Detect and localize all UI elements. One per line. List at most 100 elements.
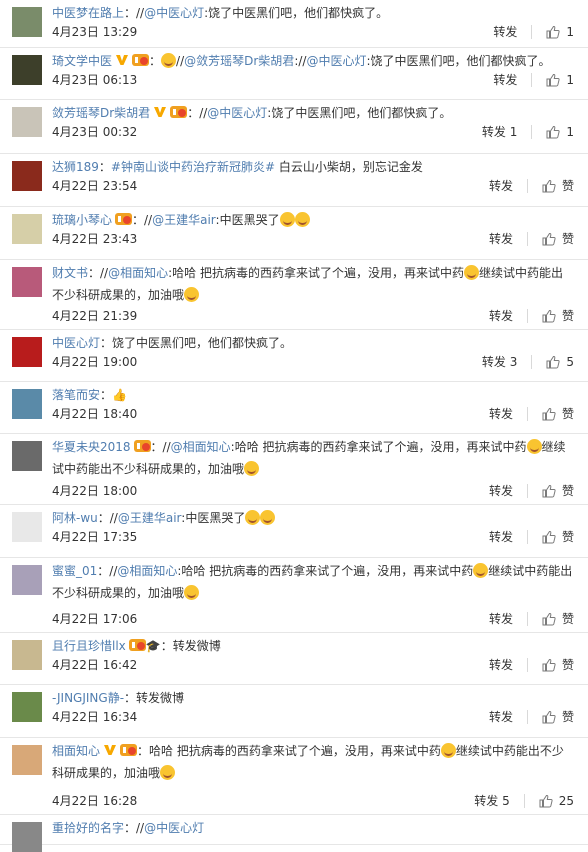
repost-text: ：转发微博 <box>160 639 221 653</box>
avatar[interactable] <box>12 337 42 367</box>
repost-button[interactable]: 转发 <box>489 610 513 627</box>
post-time: 4月22日 16:28 <box>52 794 138 808</box>
like-button[interactable]: 赞 <box>542 230 574 247</box>
avatar[interactable] <box>12 512 42 542</box>
repost-text: :哈哈 把抗病毒的西药拿来试了个遍，没用，再来试中药 <box>168 266 464 280</box>
like-button[interactable]: 赞 <box>542 405 574 422</box>
mention-link[interactable]: @王建华air <box>118 511 181 525</box>
like-button[interactable]: 赞 <box>542 528 574 545</box>
mention-link[interactable]: @敛芳瑶琴Dr柴胡君 <box>184 54 294 68</box>
action-bar: 转发 赞 <box>489 482 574 499</box>
avatar[interactable] <box>12 640 42 670</box>
like-count: 1 <box>566 72 574 87</box>
avatar[interactable] <box>12 214 42 244</box>
divider <box>526 406 528 421</box>
like-button[interactable]: 25 <box>539 794 574 808</box>
repost-button[interactable]: 转发 <box>489 177 513 194</box>
repost-button[interactable]: 转发 <box>493 71 517 88</box>
verified-v-icon <box>154 107 167 117</box>
action-bar: 转发 赞 <box>489 405 574 422</box>
avatar[interactable] <box>12 55 42 85</box>
repost-button[interactable]: 转发 <box>489 307 513 324</box>
username-link[interactable]: 落笔而安 <box>52 388 100 402</box>
username-link[interactable]: 且行且珍惜llx <box>52 639 126 653</box>
divider <box>526 308 528 323</box>
repost-button[interactable]: 转发 <box>489 656 513 673</box>
mention-link[interactable]: @相面知心 <box>108 266 168 280</box>
repost-item: 华夏未央2018 ：//@相面知心:哈哈 把抗病毒的西药拿来试了个遍，没用，再来试… <box>0 434 588 505</box>
repost-content: 阿林-wu：//@王建华air:中医黑哭了 <box>52 507 574 529</box>
like-button[interactable]: 赞 <box>542 708 574 725</box>
post-time: 4月22日 16:42 <box>52 658 138 672</box>
repost-item: 琉璃小琴心 ：//@王建华air:中医黑哭了 4月22日 23:43 转发 赞 <box>0 207 588 260</box>
mention-link[interactable]: @王建华air <box>152 213 215 227</box>
repost-button[interactable]: 转发 <box>489 230 513 247</box>
mention-link[interactable]: @中医心灯 <box>207 106 267 120</box>
avatar[interactable] <box>12 107 42 137</box>
like-button[interactable]: 1 <box>546 73 574 87</box>
mention-link[interactable]: @相面知心 <box>171 440 231 454</box>
username-link[interactable]: 达狮189 <box>52 160 99 174</box>
repost-text: :饶了中医黑们吧，他们都快疯了。 <box>204 6 389 20</box>
repost-item: 中医梦在路上：//@中医心灯:饶了中医黑们吧，他们都快疯了。 4月23日 13:2… <box>0 0 588 48</box>
username-link[interactable]: 琦文学中医 <box>52 54 112 68</box>
repost-text: ： <box>98 160 111 174</box>
username-link[interactable]: -JINGJING静- <box>52 691 124 705</box>
like-count: 赞 <box>561 612 574 626</box>
mention-link[interactable]: @相面知心 <box>117 564 177 578</box>
repost-button[interactable]: 转发 <box>489 528 513 545</box>
avatar[interactable] <box>12 822 42 852</box>
action-bar: 转发 赞 <box>489 656 574 673</box>
avatar[interactable] <box>12 7 42 37</box>
repost-button[interactable]: 转发 <box>489 708 513 725</box>
repost-text: ：饶了中医黑们吧，他们都快疯了。 <box>100 336 293 350</box>
username-link[interactable]: 阿林-wu <box>52 511 98 525</box>
username-link[interactable]: 相面知心 <box>52 744 100 758</box>
repost-button[interactable]: 转发 <box>489 482 513 499</box>
like-button[interactable]: 赞 <box>542 307 574 324</box>
mention-link[interactable]: @中医心灯 <box>306 54 366 68</box>
like-button[interactable]: 5 <box>546 355 574 369</box>
divider <box>531 72 533 87</box>
mention-link[interactable]: #钟南山谈中药治疗新冠肺炎# <box>111 160 275 174</box>
action-bar: 转发 5 25 <box>474 792 574 809</box>
repost-button[interactable]: 转发 <box>489 405 513 422</box>
username-link[interactable]: 重拾好的名字 <box>52 821 124 835</box>
repost-button[interactable]: 转发 5 <box>474 792 509 809</box>
like-button[interactable]: 赞 <box>542 482 574 499</box>
like-button[interactable]: 1 <box>546 125 574 139</box>
username-link[interactable]: 中医心灯 <box>52 336 100 350</box>
avatar[interactable] <box>12 565 42 595</box>
like-button[interactable]: 赞 <box>542 177 574 194</box>
graduation-cap-icon: 🎓 <box>145 639 161 653</box>
username-link[interactable]: 中医梦在路上 <box>52 6 124 20</box>
action-bar: 转发 1 1 <box>482 123 574 140</box>
like-count: 1 <box>566 124 574 139</box>
repost-button[interactable]: 转发 <box>493 23 517 40</box>
username-link[interactable]: 琉璃小琴心 <box>52 213 112 227</box>
verified-v-icon <box>104 745 117 755</box>
repost-text: ：哈哈 把抗病毒的西药拿来试了个遍，没用，再来试中药 <box>137 744 441 758</box>
divider <box>526 231 528 246</box>
avatar[interactable] <box>12 161 42 191</box>
repost-item: 落笔而安：👍 4月22日 18:40 转发赞 <box>0 382 588 434</box>
avatar[interactable] <box>12 692 42 722</box>
avatar[interactable] <box>12 441 42 471</box>
repost-button[interactable]: 转发 3 <box>482 353 517 370</box>
username-link[interactable]: 财文书 <box>52 266 88 280</box>
divider <box>526 709 528 724</box>
username-link[interactable]: 华夏未央2018 <box>52 440 131 454</box>
username-link[interactable]: 敛芳瑶琴Dr柴胡君 <box>52 106 150 120</box>
repost-item: 相面知心 ：哈哈 把抗病毒的西药拿来试了个遍，没用，再来试中药 继续试中药能出不少科… <box>0 738 588 815</box>
avatar[interactable] <box>12 745 42 775</box>
repost-button[interactable]: 转发 1 <box>482 123 517 140</box>
avatar[interactable] <box>12 267 42 297</box>
like-button[interactable]: 1 <box>546 25 574 39</box>
like-count: 赞 <box>561 530 574 544</box>
mention-link[interactable]: @中医心灯 <box>144 6 204 20</box>
username-link[interactable]: 蜜蜜_01 <box>52 564 97 578</box>
avatar[interactable] <box>12 389 42 419</box>
like-button[interactable]: 赞 <box>542 610 574 627</box>
mention-link[interactable]: @中医心灯 <box>144 821 204 835</box>
like-button[interactable]: 赞 <box>542 656 574 673</box>
